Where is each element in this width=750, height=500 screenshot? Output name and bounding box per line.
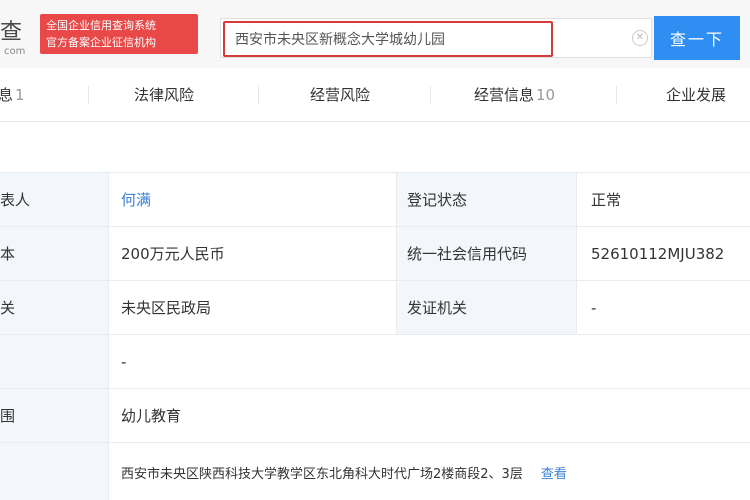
header: 查 com 全国企业信用查询系统 官方备案企业征信机构 西安市未央区新概念大学城… — [0, 0, 750, 68]
tab-divider — [258, 86, 259, 104]
scope-label: 围 — [0, 389, 108, 442]
view-map-link[interactable]: 查看 — [541, 463, 567, 482]
status-label: 登记状态 — [396, 173, 576, 226]
tab-label: 经营信息 — [474, 86, 535, 104]
tab-label: 经营风险 — [310, 86, 371, 104]
tab-label: 法律风险 — [134, 86, 195, 104]
issuer-label: 发证机关 — [396, 281, 576, 334]
credit-code-label: 统一社会信用代码 — [396, 227, 576, 280]
tab-operating-info[interactable]: 经营信息 10 — [474, 68, 555, 122]
tab-enterprise-development[interactable]: 企业发展 — [666, 68, 726, 122]
search-input[interactable]: 西安市未央区新概念大学城幼儿园 — [223, 21, 553, 57]
tab-legal-risk[interactable]: 法律风险 — [134, 68, 194, 122]
tab-operating-risk[interactable]: 经营风险 — [310, 68, 370, 122]
legal-rep-value: 何满 — [108, 173, 396, 226]
address-value: 西安市未央区陕西科技大学教学区东北角科大时代广场2楼商段2、3层 查看 — [108, 443, 750, 500]
blank-value: - — [108, 335, 750, 388]
address-label — [0, 443, 108, 500]
capital-value: 200万元人民币 — [108, 227, 396, 280]
tab-basic-info[interactable]: 息1 — [0, 68, 25, 122]
legal-rep-label: 表人 — [0, 173, 108, 226]
table-row: 关 未央区民政局 发证机关 - — [0, 280, 750, 334]
table-row: 围 幼儿教育 — [0, 388, 750, 442]
row-label — [0, 335, 108, 388]
tab-label: 企业发展 — [666, 86, 727, 104]
tab-count: 10 — [536, 86, 556, 104]
authority-label: 关 — [0, 281, 108, 334]
tab-count: 1 — [15, 86, 25, 104]
tab-divider — [88, 86, 89, 104]
tab-divider — [430, 86, 431, 104]
address-text: 西安市未央区陕西科技大学教学区东北角科大时代广场2楼商段2、3层 — [121, 467, 523, 482]
search-button[interactable]: 查一下 — [654, 16, 740, 60]
capital-label: 本 — [0, 227, 108, 280]
logo-domain: com — [4, 46, 26, 57]
authority-value: 未央区民政局 — [108, 281, 396, 334]
tab-label: 息 — [0, 86, 14, 104]
legal-rep-link[interactable]: 何满 — [121, 189, 151, 210]
table-row: 表人 何满 登记状态 正常 — [0, 172, 750, 226]
scope-value: 幼儿教育 — [108, 389, 750, 442]
table-row: - — [0, 334, 750, 388]
table-row: 西安市未央区陕西科技大学教学区东北角科大时代广场2楼商段2、3层 查看 — [0, 442, 750, 500]
search-box: 西安市未央区新概念大学城幼儿园 ✕ — [220, 18, 652, 58]
clear-icon[interactable]: ✕ — [632, 30, 648, 46]
credit-code-value: 52610112MJU382 — [576, 227, 750, 280]
status-value: 正常 — [576, 173, 750, 226]
issuer-value: - — [576, 281, 750, 334]
tab-divider — [616, 86, 617, 104]
tab-bar: 息1 法律风险 经营风险 经营信息 10 企业发展 — [0, 68, 750, 122]
logo-text: 查 — [0, 20, 24, 45]
certification-badge: 全国企业信用查询系统 官方备案企业征信机构 — [40, 14, 198, 54]
logo[interactable]: 查 com — [0, 12, 40, 60]
table-row: 本 200万元人民币 统一社会信用代码 52610112MJU382 — [0, 226, 750, 280]
